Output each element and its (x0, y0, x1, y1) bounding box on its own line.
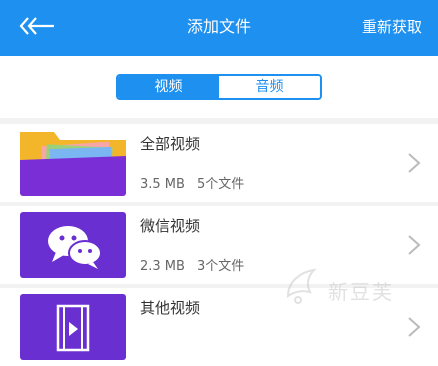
video-file-icon (20, 294, 126, 360)
watermark-text: 新豆芙 (328, 280, 394, 304)
item-name: 全部视频 (140, 135, 201, 153)
chevron-right-icon (408, 317, 421, 337)
item-count: 3个文件 (196, 259, 245, 274)
segmented-control: 视频 音频 (116, 74, 322, 100)
refresh-button[interactable]: 重新获取 (362, 16, 422, 38)
tab-video[interactable]: 视频 (118, 76, 219, 98)
app-header: 添加文件 重新获取 (0, 0, 438, 56)
watermark: 新豆芙 (280, 262, 430, 312)
chevron-right-icon (408, 235, 421, 255)
tab-audio[interactable]: 音频 (219, 76, 320, 98)
wechat-icon (20, 212, 126, 278)
item-name: 其他视频 (140, 299, 201, 317)
item-size: 2.3 MB (140, 259, 185, 274)
tab-bar: 视频 音频 (0, 56, 438, 118)
item-size: 3.5 MB (140, 177, 185, 192)
item-count: 5个文件 (196, 177, 245, 192)
item-meta (140, 340, 152, 358)
list-item-all-videos[interactable]: 全部视频 3.5 MB 5个文件 (0, 124, 438, 202)
watermark-logo-icon (286, 268, 317, 304)
folder-icon (20, 130, 126, 196)
item-meta: 2.3 MB 3个文件 (140, 258, 244, 276)
item-name: 微信视频 (140, 217, 201, 235)
item-meta: 3.5 MB 5个文件 (140, 176, 244, 194)
chevron-right-icon (408, 153, 421, 173)
